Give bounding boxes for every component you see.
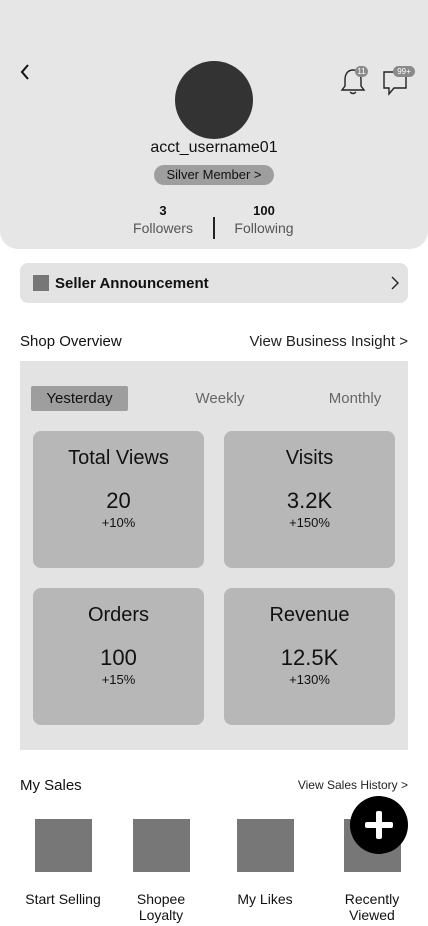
notifications-button[interactable]: 11	[339, 66, 371, 98]
sales-item-my-likes[interactable]: My Likes	[229, 819, 301, 907]
my-likes-icon	[236, 819, 294, 872]
orders-card[interactable]: Orders 100 +15%	[33, 588, 204, 725]
shop-overview-title: Shop Overview	[20, 333, 122, 350]
card-value: 12.5K	[280, 645, 339, 670]
member-badge[interactable]: Silver Member >	[154, 165, 274, 185]
seller-announcement-bar[interactable]: Seller Announcement	[20, 263, 408, 303]
view-sales-history-link[interactable]: View Sales History >	[298, 778, 408, 792]
sales-item-shopee-loyalty[interactable]: Shopee Loyalty	[126, 819, 196, 923]
username: acct_username01	[150, 139, 278, 156]
sales-item-label: Recently Viewed	[344, 891, 400, 923]
tab-monthly[interactable]: Monthly	[315, 386, 395, 411]
card-value: 100	[100, 645, 137, 670]
shopee-loyalty-icon	[132, 819, 190, 872]
card-change: +10%	[101, 515, 136, 530]
sales-item-label: Start Selling	[25, 891, 101, 907]
followers-stat[interactable]: 3 Followers	[113, 203, 213, 237]
card-value: 3.2K	[286, 488, 333, 513]
sales-item-label: Shopee Loyalty	[136, 891, 186, 923]
add-button[interactable]	[350, 796, 408, 854]
following-stat[interactable]: 100 Following	[214, 203, 314, 237]
chevron-right-icon	[391, 276, 399, 290]
chevron-left-icon	[20, 64, 29, 80]
card-title: Visits	[285, 447, 334, 469]
card-value: 20	[106, 488, 131, 513]
announcement-label: Seller Announcement	[55, 274, 209, 292]
following-label: Following	[234, 220, 294, 236]
profile-header: 11 99+ acct_username01 Silver Member > 3…	[0, 0, 428, 249]
start-selling-icon	[34, 819, 92, 872]
followers-label: Followers	[133, 220, 193, 236]
followers-count: 3	[159, 203, 167, 218]
revenue-card[interactable]: Revenue 12.5K +130%	[224, 588, 395, 725]
sales-item-label: My Likes	[237, 891, 293, 907]
notifications-count-badge: 11	[355, 66, 368, 77]
plus-icon	[365, 811, 393, 839]
view-business-insight-link[interactable]: View Business Insight >	[249, 333, 408, 350]
card-title: Orders	[87, 604, 150, 626]
card-title: Revenue	[269, 604, 350, 626]
messages-count-badge: 99+	[393, 66, 415, 77]
card-change: +130%	[289, 672, 330, 687]
announcement-icon	[33, 275, 49, 291]
avatar[interactable]	[175, 61, 253, 139]
sales-item-start-selling[interactable]: Start Selling	[18, 819, 108, 907]
total-views-card[interactable]: Total Views 20 +10%	[33, 431, 204, 568]
tab-yesterday[interactable]: Yesterday	[31, 386, 128, 411]
card-change: +150%	[289, 515, 330, 530]
my-sales-title: My Sales	[20, 777, 82, 794]
messages-button[interactable]: 99+	[381, 66, 417, 98]
visits-card[interactable]: Visits 3.2K +150%	[224, 431, 395, 568]
tab-weekly[interactable]: Weekly	[180, 386, 260, 411]
following-count: 100	[253, 203, 275, 218]
card-change: +15%	[101, 672, 136, 687]
card-title: Total Views	[68, 447, 169, 469]
back-button[interactable]	[14, 60, 36, 84]
